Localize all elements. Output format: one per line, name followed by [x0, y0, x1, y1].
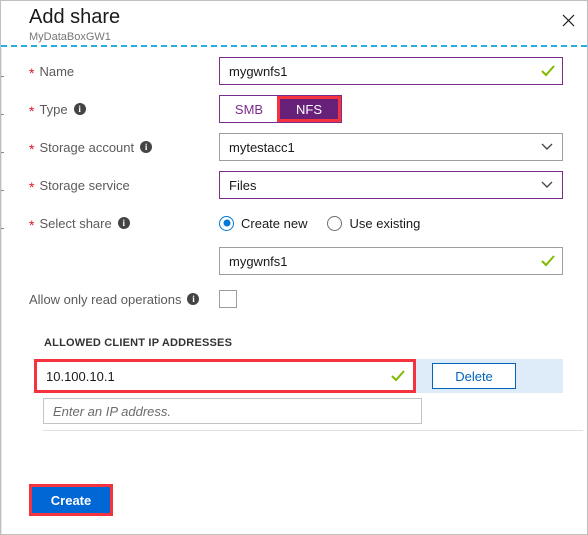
- allowed-ip-section-title: ALLOWED CLIENT IP ADDRESSES: [44, 337, 233, 349]
- allowed-ip-input-highlight: [34, 359, 416, 393]
- label-read-only: Allow only read operations i: [1, 292, 219, 307]
- info-icon-storage-account[interactable]: i: [140, 141, 153, 153]
- new-ip-input[interactable]: [43, 398, 422, 424]
- add-share-blade: Add share MyDataBoxGW1 * Name mygwnfs1 *…: [0, 0, 588, 535]
- info-icon-select-share[interactable]: i: [117, 217, 130, 229]
- delete-ip-button[interactable]: Delete: [432, 363, 516, 389]
- label-text-storage-account: Storage account: [39, 139, 135, 155]
- read-only-checkbox[interactable]: [219, 290, 237, 308]
- label-text-type: Type: [39, 101, 68, 117]
- select-share-radio-group: Create new Use existing: [219, 215, 440, 231]
- type-option-nfs[interactable]: NFS: [280, 99, 338, 119]
- label-storage-service: * Storage service: [1, 177, 219, 195]
- blade-left-rail: [1, 48, 4, 534]
- field-row-name: * Name: [1, 57, 587, 85]
- storage-account-value: mytestacc1: [229, 139, 295, 155]
- allowed-ip-row: Delete: [34, 359, 563, 393]
- required-asterisk: *: [29, 103, 35, 119]
- field-row-share-name: [1, 247, 587, 275]
- create-button-highlight: Create: [29, 484, 113, 516]
- allowed-ip-divider: [43, 430, 583, 431]
- label-text-storage-service: Storage service: [39, 177, 130, 193]
- field-row-select-share: * Select share i Create new Use existing: [1, 209, 587, 237]
- label-name: * Name: [1, 63, 219, 81]
- name-input[interactable]: [219, 57, 563, 85]
- add-share-form: * Name * Type i: [1, 46, 587, 313]
- allowed-ip-input[interactable]: [37, 362, 413, 390]
- type-option-smb[interactable]: SMB: [220, 96, 278, 122]
- info-icon-read-only[interactable]: i: [187, 293, 200, 305]
- label-type: * Type i: [1, 101, 219, 119]
- header-divider: [1, 45, 587, 47]
- page-title: Add share: [29, 6, 121, 28]
- label-select-share: * Select share i: [1, 215, 219, 233]
- radio-mark-icon: [219, 215, 234, 231]
- storage-service-dropdown[interactable]: Files: [219, 171, 563, 199]
- storage-account-dropdown[interactable]: mytestacc1: [219, 133, 563, 161]
- type-toggle-group: SMB NFS: [219, 95, 342, 123]
- chevron-down-icon: [541, 143, 553, 151]
- radio-use-existing[interactable]: Use existing: [327, 215, 421, 231]
- close-button[interactable]: [549, 1, 587, 39]
- info-icon-type[interactable]: i: [73, 103, 86, 115]
- label-text-name: Name: [39, 63, 75, 79]
- storage-service-value: Files: [229, 177, 257, 193]
- close-icon: [562, 14, 575, 27]
- required-asterisk: *: [29, 179, 35, 195]
- radio-mark-icon: [327, 215, 343, 231]
- label-storage-account: * Storage account i: [1, 139, 219, 157]
- blade-header: Add share MyDataBoxGW1: [1, 1, 587, 46]
- field-row-type: * Type i SMB NFS: [1, 95, 587, 123]
- radio-use-existing-label: Use existing: [349, 215, 421, 231]
- field-row-read-only: Allow only read operations i: [1, 285, 587, 313]
- field-row-storage-account: * Storage account i mytestacc1: [1, 133, 587, 161]
- field-row-storage-service: * Storage service Files: [1, 171, 587, 199]
- label-text-select-share: Select share: [39, 215, 112, 231]
- required-asterisk: *: [29, 65, 35, 81]
- radio-create-new-label: Create new: [241, 215, 308, 231]
- page-subtitle: MyDataBoxGW1: [29, 31, 111, 43]
- chevron-down-icon: [541, 181, 553, 189]
- allowed-ip-new-row: [34, 393, 563, 424]
- radio-create-new[interactable]: Create new: [219, 215, 308, 231]
- share-name-input[interactable]: [219, 247, 563, 275]
- required-asterisk: *: [29, 141, 35, 157]
- create-button[interactable]: Create: [32, 487, 110, 513]
- required-asterisk: *: [29, 217, 35, 233]
- allowed-ip-table: Delete: [34, 359, 583, 431]
- label-text-read-only: Allow only read operations: [29, 291, 182, 307]
- type-option-nfs-highlight: NFS: [277, 96, 341, 122]
